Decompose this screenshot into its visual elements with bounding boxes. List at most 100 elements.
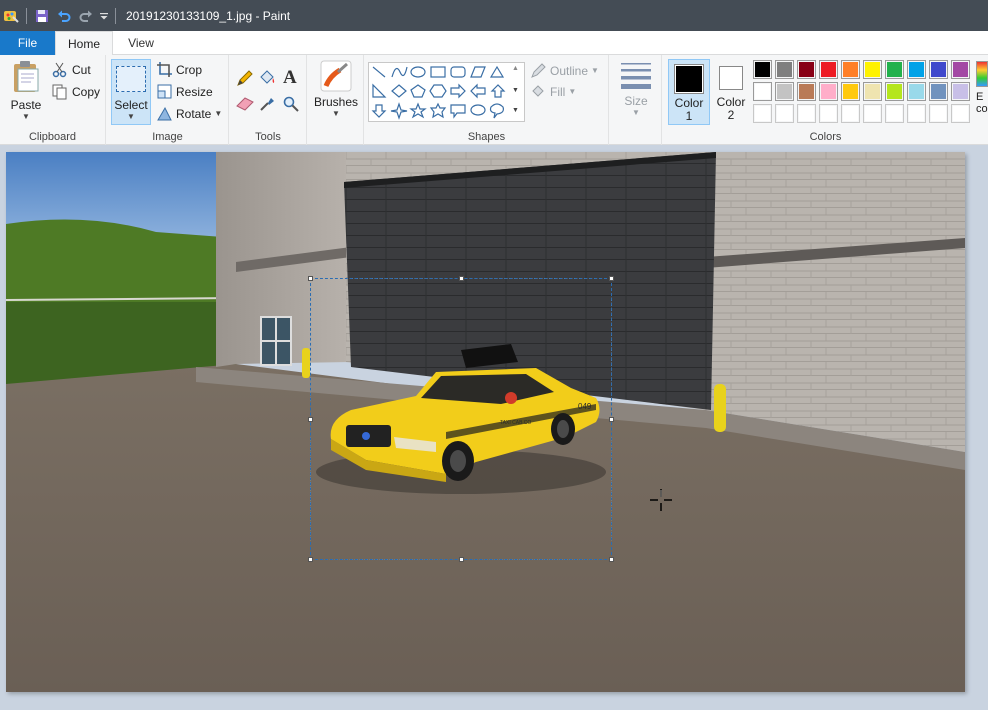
palette-swatch[interactable] <box>863 60 882 79</box>
palette-swatch[interactable] <box>863 104 882 123</box>
paint-app-icon[interactable] <box>0 0 22 31</box>
palette-swatch[interactable] <box>907 82 926 101</box>
palette-swatch[interactable] <box>819 82 838 101</box>
select-dropdown-icon[interactable]: ▼ <box>112 112 150 121</box>
size-dropdown-icon[interactable]: ▼ <box>616 108 656 117</box>
paste-dropdown-icon[interactable]: ▼ <box>6 112 46 121</box>
color2-button[interactable]: Color 2 <box>712 59 750 125</box>
palette-swatch-fill <box>931 84 946 99</box>
palette-swatch[interactable] <box>907 60 926 79</box>
rotate-button[interactable]: Rotate ▼ <box>157 106 222 121</box>
canvas-workspace[interactable]: 049 TAXI CAB CO <box>0 146 988 710</box>
brushes-dropdown-icon[interactable]: ▼ <box>313 109 359 118</box>
selection-handle-ne[interactable] <box>609 276 614 281</box>
pencil-icon[interactable] <box>236 69 254 87</box>
selection-handle-se[interactable] <box>609 557 614 562</box>
tab-view[interactable]: View <box>113 31 169 55</box>
palette-swatch[interactable] <box>863 82 882 101</box>
copy-button[interactable]: Copy <box>52 84 100 100</box>
size-button[interactable]: Size ▼ <box>616 60 656 126</box>
palette-swatch[interactable] <box>841 104 860 123</box>
customize-toolbar-chevron-icon[interactable] <box>97 0 111 31</box>
palette-swatch[interactable] <box>885 104 904 123</box>
fill-label: Fill <box>550 84 566 99</box>
palette-swatch-fill <box>755 62 770 77</box>
outline-button[interactable]: Outline ▼ <box>531 63 599 78</box>
crop-button[interactable]: Crop <box>157 62 202 77</box>
palette-swatch[interactable] <box>797 104 816 123</box>
magnifier-icon[interactable] <box>283 96 299 112</box>
selection-handle-nw[interactable] <box>308 276 313 281</box>
palette-swatch-fill <box>843 84 858 99</box>
outline-dropdown-icon[interactable]: ▼ <box>591 66 599 75</box>
palette-swatch[interactable] <box>885 60 904 79</box>
palette-swatch[interactable] <box>841 60 860 79</box>
palette-swatch[interactable] <box>929 60 948 79</box>
palette-swatch[interactable] <box>797 60 816 79</box>
color2-number: 2 <box>727 108 735 122</box>
paint-window: 20191230133109_1.jpg - Paint File Home V… <box>0 0 988 710</box>
palette-swatch[interactable] <box>775 82 794 101</box>
selection-handle-n[interactable] <box>459 276 464 281</box>
palette-swatch[interactable] <box>753 60 772 79</box>
line-width-icon <box>621 63 651 89</box>
palette-swatch-fill <box>777 84 792 99</box>
palette-swatch[interactable] <box>819 104 838 123</box>
shapes-expand-icon[interactable]: ▼ <box>512 107 519 114</box>
edit-colors-label-2: co <box>976 103 988 115</box>
eraser-icon[interactable] <box>236 97 254 111</box>
image-group-label: Image <box>152 131 183 143</box>
rotate-icon <box>157 106 172 121</box>
fill-button[interactable]: Fill ▼ <box>531 84 576 99</box>
palette-swatch[interactable] <box>951 60 970 79</box>
color1-button[interactable]: Color 1 <box>668 59 710 125</box>
selection-handle-s[interactable] <box>459 557 464 562</box>
palette-swatch[interactable] <box>753 104 772 123</box>
selection-handle-sw[interactable] <box>308 557 313 562</box>
edit-colors-button[interactable]: E co <box>976 61 988 121</box>
palette-swatch[interactable] <box>907 104 926 123</box>
palette-swatch-fill <box>843 106 858 121</box>
brushes-button[interactable]: Brushes ▼ <box>313 60 359 126</box>
undo-icon[interactable] <box>53 0 75 31</box>
selection-handle-w[interactable] <box>308 417 313 422</box>
save-icon[interactable] <box>31 0 53 31</box>
palette-swatch[interactable] <box>929 82 948 101</box>
resize-button[interactable]: Resize <box>157 84 213 99</box>
color1-number: 1 <box>685 109 693 123</box>
palette-swatch[interactable] <box>951 82 970 101</box>
select-rectangle-icon <box>116 66 146 92</box>
image-canvas[interactable]: 049 TAXI CAB CO <box>6 152 965 692</box>
palette-swatch-fill <box>887 84 902 99</box>
fill-bucket-icon[interactable] <box>258 69 276 87</box>
fill-dropdown-icon[interactable]: ▼ <box>568 87 576 96</box>
brushes-group: Brushes ▼ <box>308 55 364 145</box>
palette-swatch[interactable] <box>775 104 794 123</box>
tab-file[interactable]: File <box>0 31 55 55</box>
palette-swatch[interactable] <box>819 60 838 79</box>
redo-icon[interactable] <box>75 0 97 31</box>
palette-swatch[interactable] <box>929 104 948 123</box>
paste-button[interactable]: Paste ▼ <box>6 60 46 124</box>
shapes-scroll-up-icon[interactable]: ▲ <box>512 65 519 72</box>
tab-home[interactable]: Home <box>55 31 113 56</box>
selection-handle-e[interactable] <box>609 417 614 422</box>
palette-swatch[interactable] <box>753 82 772 101</box>
rotate-dropdown-icon[interactable]: ▼ <box>214 109 222 118</box>
cut-button[interactable]: Cut <box>52 62 91 78</box>
shapes-gallery[interactable] <box>368 62 525 122</box>
shapes-scroll-down-icon[interactable]: ▼ <box>512 87 519 94</box>
palette-swatch-fill <box>909 106 924 121</box>
color-picker-icon[interactable] <box>259 96 275 112</box>
palette-swatch[interactable] <box>775 60 794 79</box>
palette-swatch[interactable] <box>797 82 816 101</box>
image-group: Select ▼ Crop Resize Rotate ▼ Image <box>107 55 229 145</box>
palette-swatch[interactable] <box>885 82 904 101</box>
selection-rectangle[interactable] <box>308 276 614 562</box>
palette-swatch-fill <box>799 84 814 99</box>
text-tool-icon[interactable]: A <box>283 67 297 89</box>
select-button[interactable]: Select ▼ <box>111 59 151 125</box>
brushes-label: Brushes <box>313 95 359 109</box>
palette-swatch[interactable] <box>841 82 860 101</box>
palette-swatch[interactable] <box>951 104 970 123</box>
